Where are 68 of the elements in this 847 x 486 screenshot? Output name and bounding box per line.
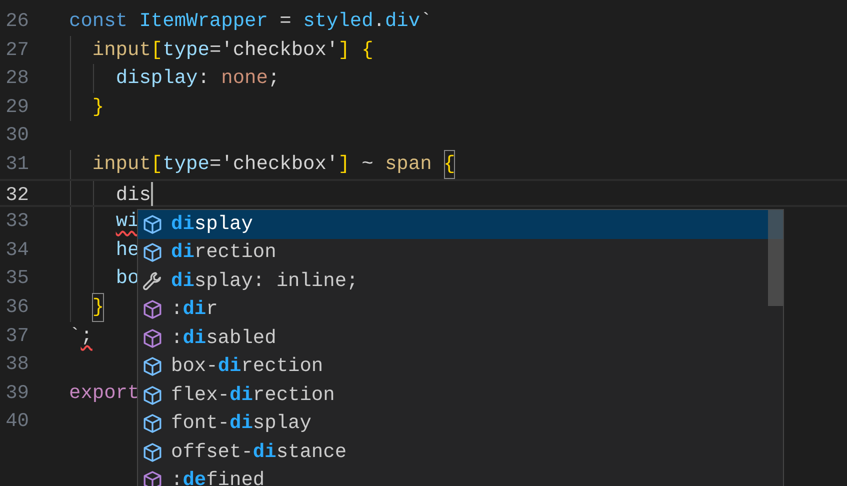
code-token: type [162, 38, 210, 63]
suggestion-item[interactable]: :dir [138, 296, 783, 324]
suggestion-item[interactable]: box-direction [138, 352, 783, 381]
line-number: 28 [4, 66, 29, 92]
line-number: 34 [4, 238, 29, 263]
suggestion-item[interactable]: :defined [138, 466, 783, 486]
property-cube-icon [142, 384, 163, 406]
code-token: } [92, 94, 104, 120]
pseudo-class-cube-icon [142, 470, 163, 486]
property-cube-icon [142, 413, 163, 434]
pseudo-class-cube-icon [142, 299, 163, 320]
code-token: export [69, 380, 140, 406]
code-token: none [221, 66, 268, 92]
suggestion-item[interactable]: display: inline; [138, 267, 783, 296]
suggestion-item[interactable]: :disabled [138, 324, 783, 352]
line-number: 38 [4, 352, 29, 378]
code-token: ] [338, 152, 350, 177]
property-cube-icon [142, 242, 163, 264]
code-token: ~ [362, 152, 374, 177]
line-number: 33 [4, 209, 29, 234]
code-token: ItemWrapper [139, 9, 268, 34]
code-token: ` [420, 9, 432, 34]
code-token: ='checkbox' [209, 152, 338, 177]
property-cube-icon [142, 356, 163, 378]
code-token: [ [150, 152, 163, 177]
code-token: { [362, 38, 374, 63]
line-number: 30 [4, 123, 29, 148]
property-cube-icon [142, 442, 163, 463]
code-token: ='checkbox' [209, 38, 338, 63]
suggestion-item[interactable]: direction [138, 238, 783, 267]
line-number: 32 [4, 182, 29, 206]
suggestion-item[interactable]: flex-direction [138, 381, 783, 410]
code-token: const [69, 9, 129, 34]
line-number: 37 [4, 324, 29, 349]
code-token: [ [150, 38, 163, 63]
code-token: } [92, 292, 104, 322]
code-token: . [373, 9, 385, 34]
code-token: wi [116, 209, 140, 234]
suggestion-item[interactable]: font-display [138, 410, 783, 438]
pseudo-class-cube-icon [142, 328, 163, 349]
line-number: 31 [4, 152, 29, 177]
code-token: type [162, 152, 210, 177]
code-token: ; [80, 324, 92, 349]
scrollbar-thumb[interactable] [768, 210, 783, 306]
property-cube-icon [142, 214, 163, 235]
code-token: { [444, 150, 456, 179]
suggestion-item[interactable]: offset-distance [138, 438, 783, 466]
code-token: display [116, 66, 198, 92]
code-token: styled [303, 9, 374, 34]
line-number: 26 [4, 9, 29, 34]
code-token: he [116, 238, 140, 263]
code-token: ; [268, 66, 280, 92]
line-number: 35 [4, 266, 29, 292]
code-token: = [280, 9, 292, 34]
code-token: div [384, 9, 420, 34]
code-token: dis [116, 182, 151, 206]
line-number: 36 [4, 294, 29, 320]
code-token: ` [69, 324, 81, 349]
line-number: 27 [4, 38, 29, 63]
code-token: : [198, 66, 210, 92]
line-number: 29 [4, 94, 29, 120]
code-token: input [92, 38, 151, 63]
wrench-icon [142, 270, 163, 292]
line-number: 39 [4, 380, 29, 406]
code-token: ] [338, 38, 350, 63]
code-token: input [92, 152, 151, 177]
line-number: 40 [4, 409, 29, 434]
code-token: span [384, 152, 432, 177]
